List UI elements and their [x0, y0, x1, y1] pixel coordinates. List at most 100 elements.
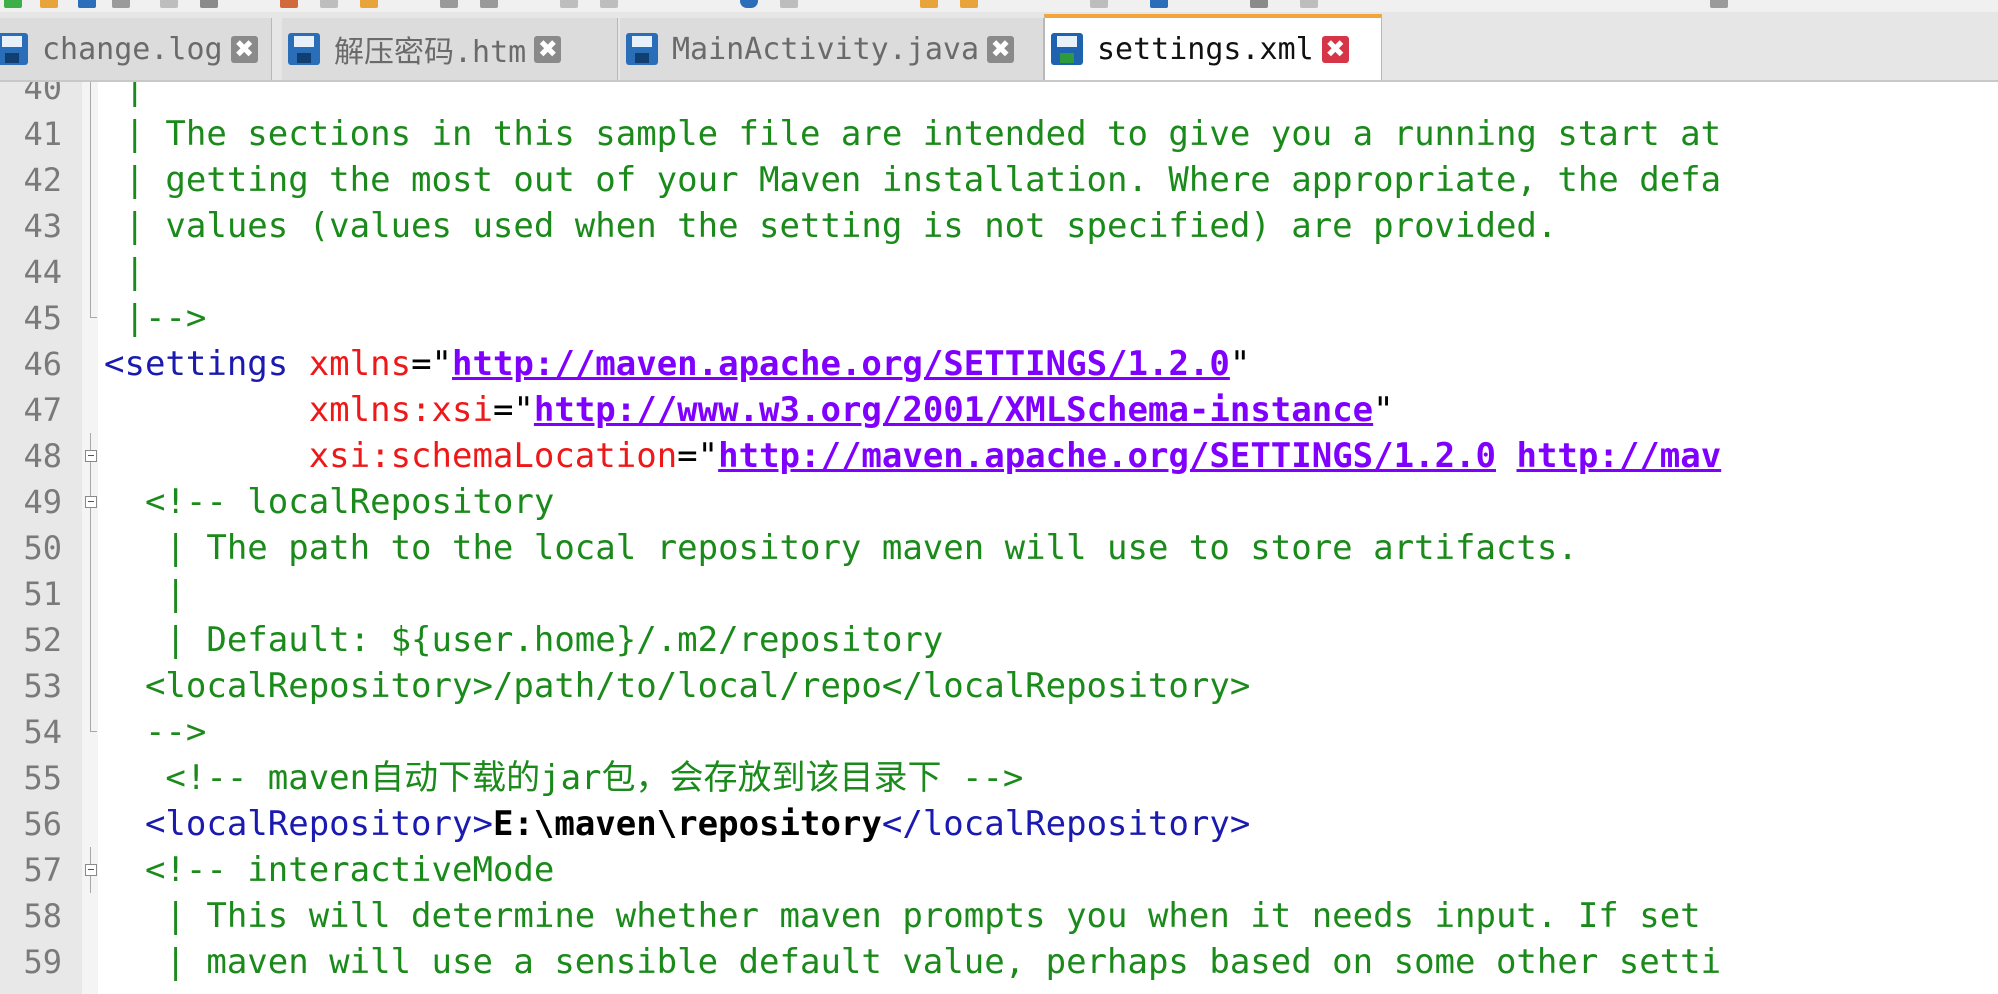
line-number: 44 — [23, 253, 62, 291]
line-number: 57 — [23, 851, 62, 889]
line-number: 46 — [23, 345, 62, 383]
code-text[interactable]: | values (values used when the setting i… — [104, 203, 1557, 249]
line-number: 43 — [23, 207, 62, 245]
save-icon[interactable] — [78, 0, 96, 8]
xml-comment: | getting the most out of your Maven ins… — [104, 160, 1722, 200]
user-lang-icon[interactable] — [1150, 0, 1168, 8]
code-text[interactable]: <!-- maven自动下载的jar包，会存放到该目录下 --> — [104, 755, 1023, 801]
url-link[interactable]: http://maven.apache.org/SETTINGS/1.2.0 — [452, 344, 1230, 384]
code-line[interactable]: 57 <!-- interactiveMode — [0, 847, 1998, 893]
code-line[interactable]: 51 | — [0, 571, 1998, 617]
code-text[interactable]: xsi:schemaLocation="http://maven.apache.… — [104, 433, 1721, 479]
xml-attribute: xmlns:xsi — [308, 390, 493, 430]
close-tab-icon[interactable]: ✖ — [230, 35, 258, 63]
code-text[interactable]: |--> — [104, 295, 206, 341]
code-text[interactable]: <settings xmlns="http://maven.apache.org… — [104, 341, 1250, 387]
doc-map-icon[interactable] — [1250, 0, 1268, 8]
xml-text — [104, 436, 309, 476]
function-list-icon[interactable] — [1300, 0, 1318, 8]
code-text[interactable]: | — [104, 571, 186, 617]
url-link[interactable]: http://www.w3.org/2001/XMLSchema-instanc… — [534, 390, 1373, 430]
code-line[interactable]: 41 | The sections in this sample file ar… — [0, 111, 1998, 157]
copy-icon[interactable] — [320, 0, 338, 8]
code-line[interactable]: 40 | — [0, 82, 1998, 111]
save-all-icon[interactable] — [112, 0, 130, 8]
code-line[interactable]: 48 xsi:schemaLocation="http://maven.apac… — [0, 433, 1998, 479]
code-text[interactable]: | maven will use a sensible default valu… — [104, 939, 1721, 985]
code-line[interactable]: 59 | maven will use a sensible default v… — [0, 939, 1998, 985]
redo-icon[interactable] — [480, 0, 498, 8]
code-text[interactable]: --> — [104, 709, 206, 755]
code-text[interactable]: | — [104, 82, 144, 111]
code-text[interactable]: | Default: ${user.home}/.m2/repository — [104, 617, 943, 663]
find-icon[interactable] — [560, 0, 578, 8]
replace-icon[interactable] — [600, 0, 618, 8]
fold-toggle-icon[interactable] — [84, 479, 98, 525]
xml-comment: | — [104, 574, 186, 614]
code-text[interactable]: xmlns:xsi="http://www.w3.org/2001/XMLSch… — [104, 387, 1394, 433]
code-text[interactable]: <!-- interactiveMode — [104, 847, 554, 893]
xml-comment: | This will determine whether maven prom… — [104, 896, 1701, 936]
code-line[interactable]: 43 | values (values used when the settin… — [0, 203, 1998, 249]
xml-comment: | — [104, 252, 145, 292]
code-line[interactable]: 45 |--> — [0, 295, 1998, 341]
code-line[interactable]: 49 <!-- localRepository — [0, 479, 1998, 525]
code-line[interactable]: 47 xmlns:xsi="http://www.w3.org/2001/XML… — [0, 387, 1998, 433]
record-macro-icon[interactable] — [1710, 0, 1728, 8]
code-text[interactable]: | — [104, 249, 145, 295]
code-line[interactable]: 54 --> — [0, 709, 1998, 755]
line-number: 50 — [23, 529, 62, 567]
code-line[interactable]: 52 | Default: ${user.home}/.m2/repositor… — [0, 617, 1998, 663]
saved-file-icon — [288, 33, 320, 65]
line-number: 56 — [23, 805, 62, 843]
url-link[interactable]: http://mav — [1516, 436, 1721, 476]
code-text[interactable]: <localRepository>/path/to/local/repo</lo… — [104, 663, 1250, 709]
code-text[interactable]: | This will determine whether maven prom… — [104, 893, 1701, 939]
code-line[interactable]: 46 <settings xmlns="http://maven.apache.o… — [0, 341, 1998, 387]
xml-text — [1496, 436, 1516, 476]
code-line[interactable]: 53 <localRepository>/path/to/local/repo<… — [0, 663, 1998, 709]
code-text[interactable]: <localRepository>E:\maven\repository</lo… — [104, 801, 1250, 847]
line-number: 41 — [23, 115, 62, 153]
fold-line-marker — [84, 571, 98, 617]
code-text[interactable]: | The path to the local repository maven… — [104, 525, 1577, 571]
zoom-out-icon[interactable] — [780, 0, 798, 8]
xml-text: =" — [411, 344, 453, 384]
close-tab-icon[interactable]: ✖ — [534, 35, 562, 63]
sync-scroll-icon[interactable] — [920, 0, 938, 8]
tab-label: settings.xml — [1097, 31, 1314, 67]
code-line[interactable]: 44 | — [0, 249, 1998, 295]
print-icon[interactable] — [200, 0, 218, 8]
close-tab-icon[interactable]: ✖ — [1321, 35, 1349, 63]
xml-comment: --> — [104, 712, 207, 752]
indent-guide-icon[interactable] — [1090, 0, 1108, 8]
fold-toggle-icon[interactable] — [84, 847, 98, 893]
cut-icon[interactable] — [280, 0, 298, 8]
undo-icon[interactable] — [440, 0, 458, 8]
fold-toggle-icon[interactable] — [84, 433, 98, 479]
code-editor[interactable]: 40 | 41 | The sections in this sample fil… — [0, 82, 1998, 994]
code-text[interactable]: <!-- localRepository — [104, 479, 554, 525]
tab-change-log[interactable]: change.log ✖ — [0, 18, 272, 80]
close-tab-icon[interactable]: ✖ — [987, 35, 1015, 63]
zoom-in-icon[interactable] — [740, 0, 758, 8]
tab-unzip-password[interactable]: 解压密码.htm ✖ — [282, 18, 618, 80]
code-text[interactable]: | The sections in this sample file are i… — [104, 111, 1721, 157]
fold-line-marker — [84, 111, 98, 157]
xml-comment: | Default: ${user.home}/.m2/repository — [104, 620, 944, 660]
code-text[interactable]: | getting the most out of your Maven ins… — [104, 157, 1721, 203]
tab-settings-xml[interactable]: settings.xml ✖ — [1044, 14, 1382, 80]
tab-main-activity[interactable]: MainActivity.java ✖ — [620, 18, 1044, 80]
code-line[interactable]: 50 | The path to the local repository ma… — [0, 525, 1998, 571]
paste-icon[interactable] — [360, 0, 378, 8]
open-file-icon[interactable] — [40, 0, 58, 8]
xml-tag: </localRepository> — [881, 804, 1251, 844]
close-file-icon[interactable] — [160, 0, 178, 8]
code-line[interactable]: 58 | This will determine whether maven p… — [0, 893, 1998, 939]
url-link[interactable]: http://maven.apache.org/SETTINGS/1.2.0 — [718, 436, 1496, 476]
code-line[interactable]: 42 | getting the most out of your Maven … — [0, 157, 1998, 203]
code-line[interactable]: 55 <!-- maven自动下载的jar包，会存放到该目录下 --> — [0, 755, 1998, 801]
code-line[interactable]: 56 <localRepository>E:\maven\repository<… — [0, 801, 1998, 847]
new-file-icon[interactable] — [4, 0, 22, 8]
word-wrap-icon[interactable] — [960, 0, 978, 8]
